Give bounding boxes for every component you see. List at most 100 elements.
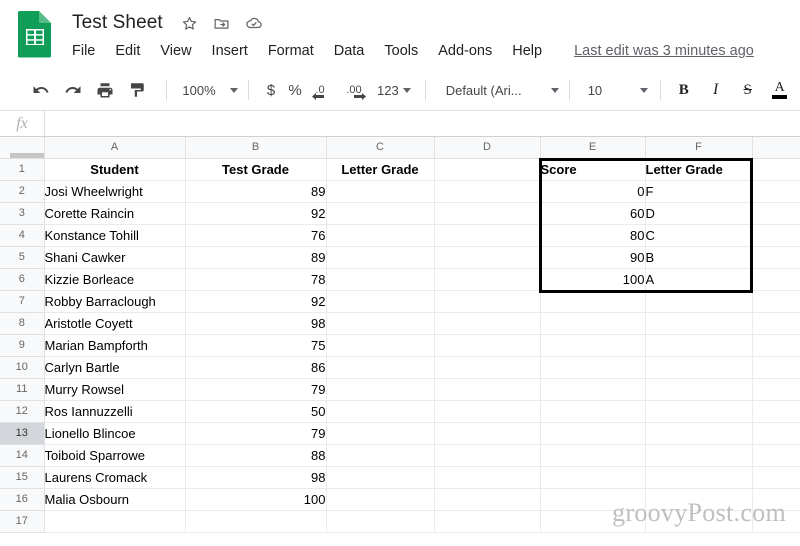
column-header-c[interactable]: C [325, 137, 435, 159]
cell-E12[interactable] [539, 399, 646, 423]
cell-C17[interactable] [325, 509, 435, 533]
cell-F5[interactable]: B [644, 245, 753, 269]
cell-C7[interactable] [325, 289, 435, 313]
cell-C10[interactable] [325, 355, 435, 379]
cell-A9[interactable]: Marian Bampforth [43, 333, 186, 357]
row-header-15[interactable]: 15 [0, 465, 45, 489]
cell-A14[interactable]: Toiboid Sparrowe [43, 443, 186, 467]
cell-F13[interactable] [644, 421, 753, 445]
row-header-11[interactable]: 11 [0, 377, 45, 401]
text-color-button[interactable]: A [767, 77, 793, 103]
italic-button[interactable]: I [703, 77, 729, 103]
cell-F7[interactable] [644, 289, 753, 313]
menu-insert[interactable]: Insert [212, 43, 248, 59]
cell-G13[interactable] [751, 421, 800, 445]
cell-C13[interactable] [325, 421, 435, 445]
increase-decimal-button[interactable]: .00 [339, 77, 369, 103]
bold-button[interactable]: B [671, 77, 697, 103]
zoom-selector[interactable]: 100% [177, 83, 238, 98]
column-header-e[interactable]: E [539, 137, 646, 159]
cell-A2[interactable]: Josi Wheelwright [43, 179, 186, 203]
cell-D10[interactable] [433, 355, 541, 379]
cell-A13[interactable]: Lionello Blincoe [43, 421, 186, 445]
menu-data[interactable]: Data [334, 43, 365, 59]
cell-G14[interactable] [751, 443, 800, 467]
cell-E13[interactable] [539, 421, 646, 445]
cell-C11[interactable] [325, 377, 435, 401]
menu-view[interactable]: View [160, 43, 191, 59]
cell-C8[interactable] [325, 311, 435, 335]
decrease-decimal-button[interactable]: .0 [307, 77, 333, 103]
cell-E4[interactable]: 80 [539, 223, 646, 247]
cell-G2[interactable] [751, 179, 800, 203]
cell-A17[interactable] [43, 509, 186, 533]
cell-D11[interactable] [433, 377, 541, 401]
cell-G5[interactable] [751, 245, 800, 269]
cell-A5[interactable]: Shani Cawker [43, 245, 186, 269]
cell-D9[interactable] [433, 333, 541, 357]
row-header-7[interactable]: 7 [0, 289, 45, 313]
menu-tools[interactable]: Tools [384, 43, 418, 59]
cell-F1[interactable]: Letter Grade [644, 157, 753, 181]
cell-E14[interactable] [539, 443, 646, 467]
cell-F3[interactable]: D [644, 201, 753, 225]
cell-G10[interactable] [751, 355, 800, 379]
formula-input[interactable] [45, 111, 800, 136]
menu-help[interactable]: Help [512, 43, 542, 59]
cell-C1[interactable]: Letter Grade [325, 157, 435, 181]
cell-F6[interactable]: A [644, 267, 753, 291]
row-header-3[interactable]: 3 [0, 201, 45, 225]
column-header-d[interactable]: D [433, 137, 541, 159]
cell-F15[interactable] [644, 465, 753, 489]
cell-B2[interactable]: 89 [184, 179, 327, 203]
cell-B7[interactable]: 92 [184, 289, 327, 313]
cell-B1[interactable]: Test Grade [184, 157, 327, 181]
cell-E9[interactable] [539, 333, 646, 357]
row-header-14[interactable]: 14 [0, 443, 45, 467]
row-header-13[interactable]: 13 [0, 421, 45, 445]
function-icon[interactable]: fx [0, 115, 44, 133]
cell-F11[interactable] [644, 377, 753, 401]
cell-F9[interactable] [644, 333, 753, 357]
cell-F10[interactable] [644, 355, 753, 379]
column-header-f[interactable]: F [644, 137, 753, 159]
cell-A6[interactable]: Kizzie Borleace [43, 267, 186, 291]
cell-G8[interactable] [751, 311, 800, 335]
cell-E10[interactable] [539, 355, 646, 379]
cell-A3[interactable]: Corette Raincin [43, 201, 186, 225]
cell-D8[interactable] [433, 311, 541, 335]
cell-C5[interactable] [325, 245, 435, 269]
cell-G9[interactable] [751, 333, 800, 357]
cell-C16[interactable] [325, 487, 435, 511]
row-header-2[interactable]: 2 [0, 179, 45, 203]
cell-B16[interactable]: 100 [184, 487, 327, 511]
cell-C3[interactable] [325, 201, 435, 225]
cell-E3[interactable]: 60 [539, 201, 646, 225]
cell-E2[interactable]: 0 [539, 179, 646, 203]
print-icon[interactable] [92, 77, 118, 103]
row-header-5[interactable]: 5 [0, 245, 45, 269]
cell-D3[interactable] [433, 201, 541, 225]
cell-D15[interactable] [433, 465, 541, 489]
more-formats-selector[interactable]: 123 [377, 83, 411, 98]
menu-add-ons[interactable]: Add-ons [438, 43, 492, 59]
cell-G3[interactable] [751, 201, 800, 225]
cell-B13[interactable]: 79 [184, 421, 327, 445]
cell-G7[interactable] [751, 289, 800, 313]
row-header-9[interactable]: 9 [0, 333, 45, 357]
cell-C2[interactable] [325, 179, 435, 203]
row-header-8[interactable]: 8 [0, 311, 45, 335]
cell-E15[interactable] [539, 465, 646, 489]
move-to-folder-icon[interactable] [213, 14, 231, 32]
cell-B12[interactable]: 50 [184, 399, 327, 423]
cell-G6[interactable] [751, 267, 800, 291]
cell-A7[interactable]: Robby Barraclough [43, 289, 186, 313]
cell-B10[interactable]: 86 [184, 355, 327, 379]
menu-edit[interactable]: Edit [115, 43, 140, 59]
font-family-selector[interactable]: Default (Ari... [446, 83, 559, 98]
cell-D13[interactable] [433, 421, 541, 445]
paint-format-icon[interactable] [124, 77, 150, 103]
cell-C12[interactable] [325, 399, 435, 423]
menu-format[interactable]: Format [268, 43, 314, 59]
row-header-17[interactable]: 17 [0, 509, 45, 533]
